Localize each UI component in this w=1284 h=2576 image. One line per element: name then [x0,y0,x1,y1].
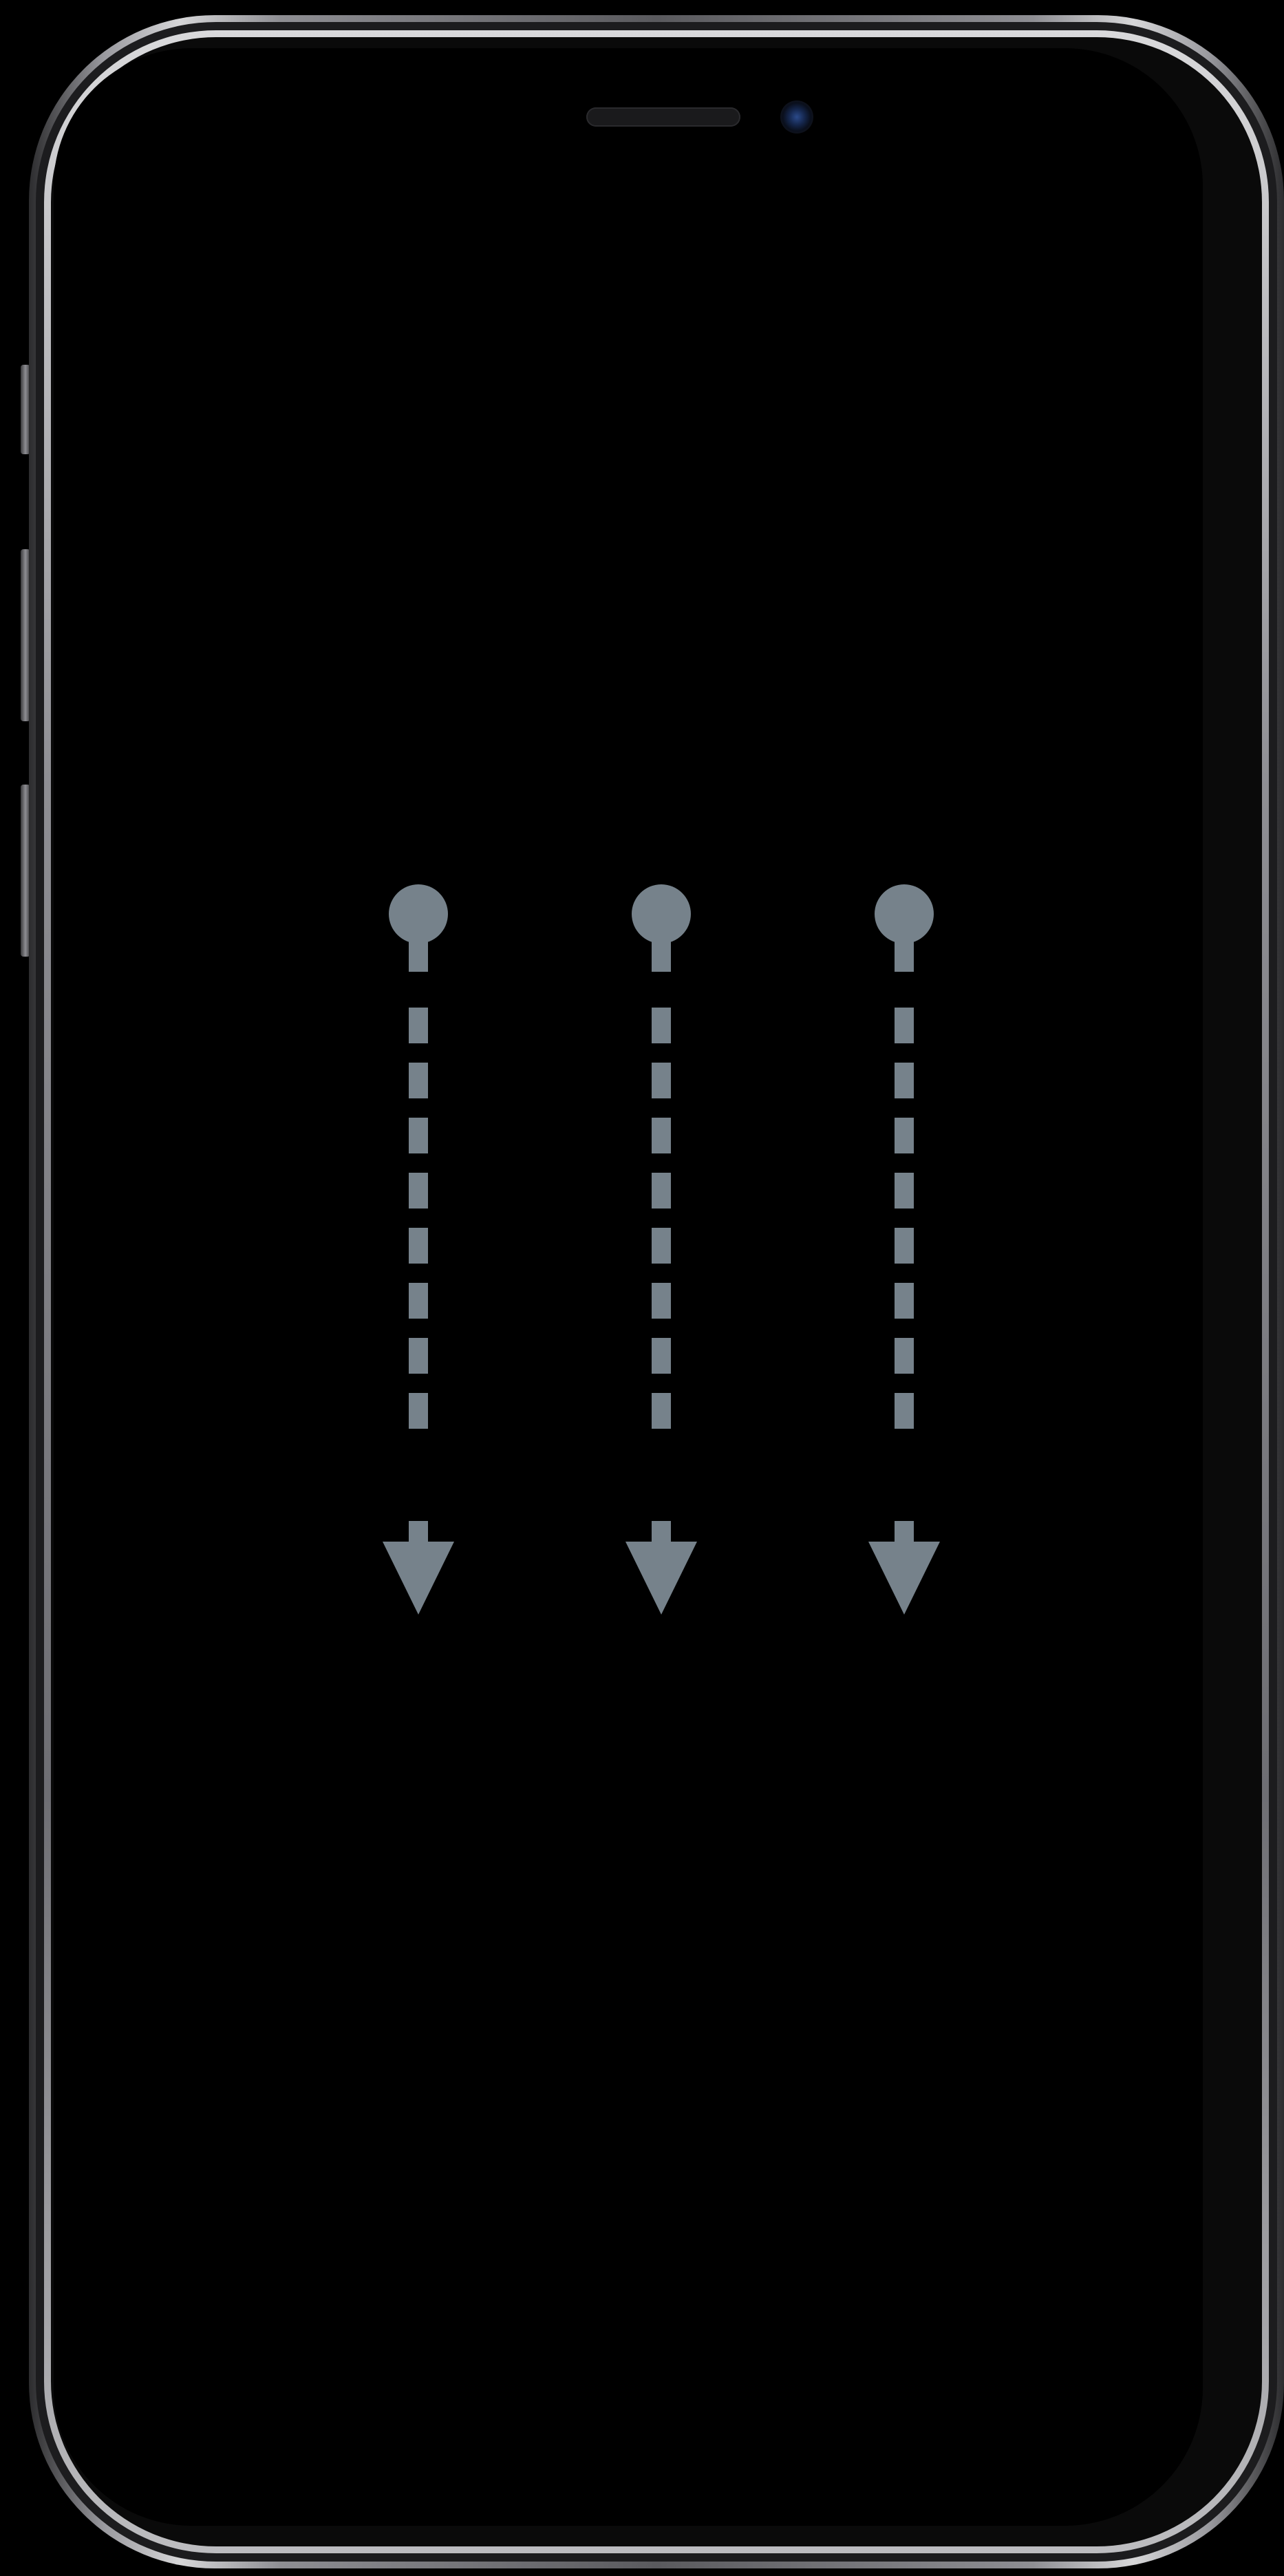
path-dash-3-4 [895,1173,914,1209]
path-dash-1-3 [409,1118,428,1153]
path-dash-1-7 [409,1338,428,1374]
gesture-overlay [383,884,940,1615]
path-dash-1-2 [409,1063,428,1098]
path-dash-3-1 [895,1008,914,1043]
three-finger-swipe-down-gesture [383,884,940,1615]
path-dash-2-3 [652,1118,671,1153]
path-dash-1-1 [409,1008,428,1043]
arrow-neck-1 [409,1521,428,1544]
path-dash-2-1 [652,1008,671,1043]
path-dash-2-6 [652,1283,671,1319]
touch-point-icon-3 [875,884,934,944]
path-dash-3-6 [895,1283,914,1319]
device-mockup [0,0,1284,2576]
arrow-neck-2 [652,1521,671,1544]
path-dash-2-2 [652,1063,671,1098]
path-dash-1-5 [409,1228,428,1264]
path-stem-3 [895,936,914,972]
path-dash-2-5 [652,1228,671,1264]
path-dash-1-6 [409,1283,428,1319]
path-dash-1-8 [409,1393,428,1429]
path-dash-3-3 [895,1118,914,1153]
arrow-down-icon-2 [625,1542,697,1615]
path-dash-2-8 [652,1393,671,1429]
path-dash-3-2 [895,1063,914,1098]
path-dash-2-7 [652,1338,671,1374]
path-stem-2 [652,936,671,972]
path-dash-1-4 [409,1173,428,1209]
path-dash-3-7 [895,1338,914,1374]
path-dash-3-5 [895,1228,914,1264]
touch-point-icon-1 [389,884,448,944]
arrow-down-icon-3 [868,1542,940,1615]
arrow-neck-3 [895,1521,914,1544]
path-stem-1 [409,936,428,972]
path-dash-3-8 [895,1393,914,1429]
arrow-down-icon-1 [383,1542,454,1615]
touch-point-icon-2 [632,884,691,944]
path-dash-2-4 [652,1173,671,1209]
